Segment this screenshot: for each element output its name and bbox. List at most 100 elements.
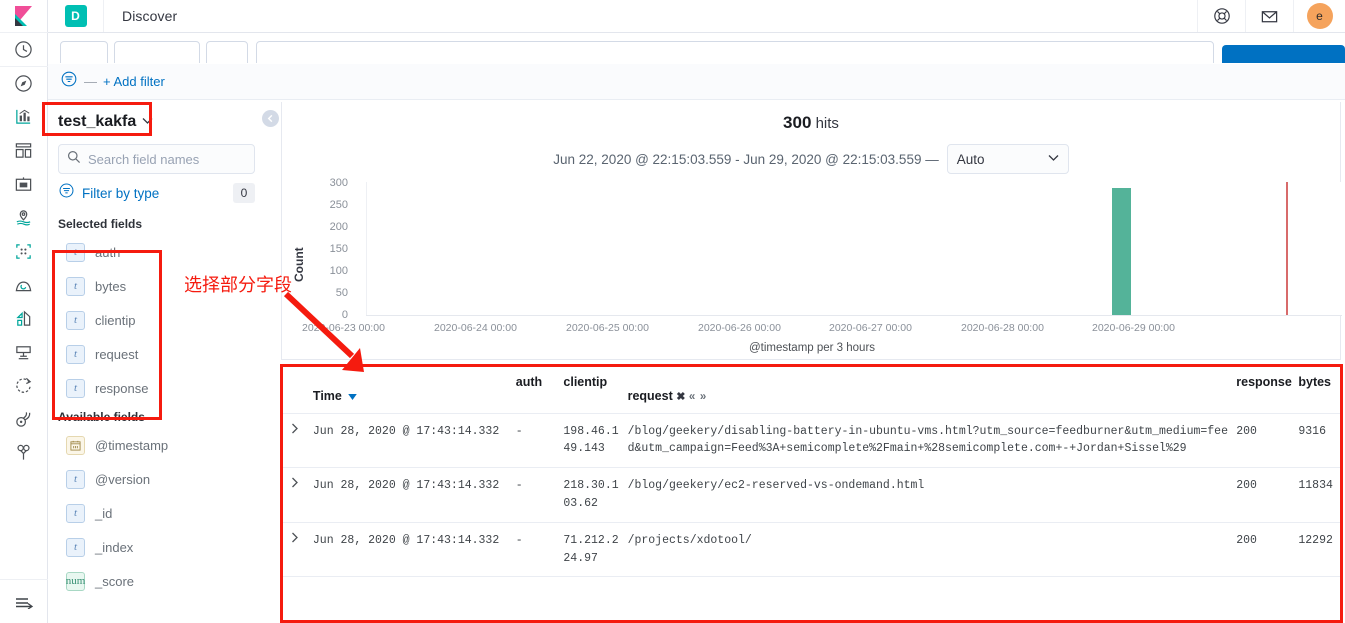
interval-select[interactable]: Auto [946, 144, 1069, 174]
column-label-time: Time [312, 388, 342, 403]
index-pattern-name: test_kakfa [58, 113, 137, 130]
visualize-chart-icon[interactable] [0, 100, 48, 134]
filter-by-type-label: Filter by type [82, 185, 160, 201]
field-row-index[interactable]: t _index [48, 530, 263, 564]
dashboard-icon[interactable] [0, 134, 48, 168]
table-body: Jun 28, 2020 @ 17:43:14.332 - 198.46.149… [282, 413, 1340, 578]
field-name: @version [95, 471, 151, 487]
field-row-auth[interactable]: t auth [48, 235, 263, 269]
field-row-response[interactable]: t response [48, 371, 263, 405]
double-chevron-right-icon[interactable]: » [700, 391, 707, 403]
clock-recent-icon[interactable] [0, 33, 48, 67]
cell-response: 200 [1232, 522, 1295, 578]
table-row[interactable]: Jun 28, 2020 @ 17:43:14.332 - 71.212.224… [282, 522, 1340, 578]
index-pattern-selector[interactable]: test_kakfa [48, 100, 263, 144]
field-type-string-icon: t [66, 469, 85, 489]
maps-icon[interactable] [0, 201, 48, 235]
field-type-string-icon: t [66, 242, 85, 262]
update-query-button[interactable] [1222, 45, 1345, 63]
mail-icon[interactable] [1245, 0, 1293, 32]
y-tick: 150 [329, 243, 348, 255]
field-type-string-icon: t [66, 503, 85, 523]
siem-icon[interactable] [0, 403, 48, 437]
column-label-auth: auth [515, 375, 543, 389]
hits-label: hits [815, 115, 839, 132]
chevron-down-icon [142, 116, 153, 128]
column-label-bytes: bytes [1298, 375, 1332, 389]
filter-by-type-count: 0 [233, 183, 255, 203]
field-type-string-icon: t [66, 276, 85, 296]
canvas-icon[interactable] [0, 167, 48, 201]
filter-list-icon[interactable] [60, 70, 78, 93]
time-range-row: Jun 22, 2020 @ 22:15:03.559 - Jun 29, 20… [282, 144, 1340, 174]
field-row-score[interactable]: num _score [48, 564, 263, 598]
y-tick: 100 [329, 265, 348, 277]
table-head: Time auth clientip request ✖ « » respons… [282, 365, 1340, 414]
caret-down-icon[interactable] [348, 392, 358, 402]
expand-row-button[interactable] [282, 413, 309, 469]
y-axis-label: Count [292, 247, 306, 282]
annotation-note: 选择部分字段 [184, 275, 292, 296]
x-axis-title: @timestamp per 3 hours [748, 342, 876, 354]
column-header-request[interactable]: request ✖ « » [623, 365, 1233, 414]
uptime-icon[interactable] [0, 369, 48, 403]
expand-row-button[interactable] [282, 467, 309, 523]
cell-clientip: 71.212.224.97 [559, 522, 624, 578]
column-header-response[interactable]: response [1232, 365, 1295, 414]
search-input[interactable] [88, 151, 246, 167]
logs-icon[interactable] [0, 302, 48, 336]
filter-bar-dash: — [84, 74, 97, 89]
x-icon[interactable]: ✖ [676, 391, 685, 403]
field-type-string-icon: t [66, 344, 85, 364]
column-header-bytes[interactable]: bytes [1294, 365, 1340, 414]
plot-area [366, 182, 1342, 315]
query-bar-segment-a[interactable] [60, 41, 108, 63]
app-badge-cell[interactable]: D [48, 0, 104, 32]
avatar-cell[interactable]: e [1293, 0, 1345, 32]
query-bar-segment-b[interactable] [114, 41, 200, 63]
annotation-arrow [283, 291, 364, 372]
histogram-bar[interactable] [1112, 188, 1131, 315]
selected-fields-list: t auth t bytes t clientip t request t re… [48, 235, 263, 405]
query-bar-segment-c[interactable] [206, 41, 248, 63]
selected-fields-title: Selected fields [58, 217, 143, 231]
y-tick: 250 [329, 199, 348, 211]
column-label-response: response [1236, 375, 1292, 389]
expand-row-button[interactable] [282, 522, 309, 578]
add-filter-button[interactable]: + Add filter [103, 74, 165, 89]
kibana-logo[interactable] [0, 0, 48, 33]
page-title: Discover [122, 8, 178, 24]
compass-discover-icon[interactable] [0, 67, 48, 101]
collapse-nav-icon[interactable] [0, 579, 48, 623]
field-row-clientip[interactable]: t clientip [48, 303, 263, 337]
dev-tools-icon[interactable] [0, 436, 48, 470]
table-row[interactable]: Jun 28, 2020 @ 17:43:14.332 - 218.30.103… [282, 467, 1340, 523]
hits-count: 300 [783, 113, 812, 132]
x-axis-line [366, 315, 1342, 316]
machine-learning-icon[interactable] [0, 235, 48, 269]
field-row-request[interactable]: t request [48, 337, 263, 371]
field-name: bytes [95, 278, 127, 294]
infrastructure-icon[interactable] [0, 268, 48, 302]
filter-by-type-row[interactable]: Filter by type 0 [48, 174, 263, 212]
double-chevron-left-icon[interactable]: « [689, 391, 696, 403]
chevron-left-circle-icon[interactable] [262, 110, 279, 127]
table-row[interactable]: Jun 28, 2020 @ 17:43:14.332 - 198.46.149… [282, 413, 1340, 469]
apm-icon[interactable] [0, 335, 48, 369]
field-row-timestamp[interactable]: @timestamp [48, 428, 263, 462]
column-header-clientip[interactable]: clientip [559, 365, 624, 414]
field-search-box[interactable] [58, 144, 255, 174]
cell-clientip: 218.30.103.62 [559, 467, 624, 523]
field-row-version[interactable]: t @version [48, 462, 263, 496]
column-header-auth[interactable]: auth [511, 365, 560, 414]
field-name: _index [95, 539, 134, 555]
column-label-clientip: clientip [563, 375, 608, 389]
cell-response: 200 [1232, 467, 1295, 523]
field-type-string-icon: t [66, 378, 85, 398]
field-row-id[interactable]: t _id [48, 496, 263, 530]
help-circle-icon[interactable] [1197, 0, 1245, 32]
x-tick: 2020-06-29 00:00 [1092, 322, 1175, 334]
y-tick: 300 [329, 177, 348, 189]
field-name: clientip [95, 312, 136, 328]
search-query-input[interactable] [256, 41, 1214, 63]
